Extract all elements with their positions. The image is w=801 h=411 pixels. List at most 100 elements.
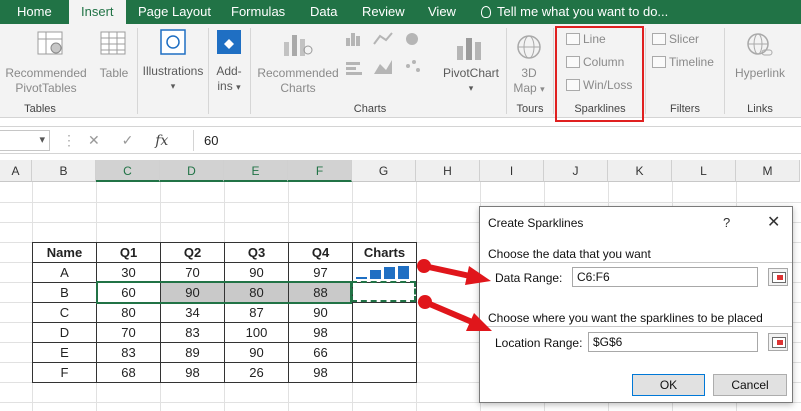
table-cell[interactable]: 83 xyxy=(160,322,225,343)
table-cell[interactable]: 90 xyxy=(224,342,289,363)
ok-button[interactable]: OK xyxy=(632,374,705,396)
timeline-icon xyxy=(652,56,666,68)
cancel-button[interactable]: Cancel xyxy=(713,374,787,396)
column-header-k[interactable]: K xyxy=(608,160,672,182)
column-header-j[interactable]: J xyxy=(544,160,608,182)
sparkline-bar xyxy=(370,270,381,279)
table-cell[interactable]: D xyxy=(32,322,97,343)
recommended-charts-button[interactable]: Recommended Charts xyxy=(252,66,344,96)
table-cell[interactable]: 98 xyxy=(160,362,225,383)
table-cell[interactable]: C xyxy=(32,302,97,323)
group-links-label: Links xyxy=(747,103,773,115)
tab-insert[interactable]: Insert xyxy=(69,0,126,25)
table-cell[interactable]: 97 xyxy=(288,262,353,283)
addins-line2-text: ins xyxy=(217,79,233,93)
table-cell[interactable]: E xyxy=(32,342,97,363)
table-button[interactable]: Table xyxy=(96,66,132,81)
tell-me-search[interactable]: Tell me what you want to do... xyxy=(481,0,668,24)
table-cell[interactable]: 98 xyxy=(288,322,353,343)
table-cell[interactable]: 89 xyxy=(160,342,225,363)
data-range-picker-icon[interactable] xyxy=(768,268,788,286)
formula-input[interactable]: 60 xyxy=(193,130,801,151)
tab-data[interactable]: Data xyxy=(310,0,337,24)
table-cell[interactable]: 70 xyxy=(96,322,161,343)
formula-bar: ⋮ ✕ ✓ fx 60 xyxy=(0,126,801,154)
help-icon[interactable]: ? xyxy=(723,215,730,230)
chevron-down-icon: ▾ xyxy=(170,81,176,91)
table-cell[interactable]: 80 xyxy=(96,302,161,323)
cancel-x-icon[interactable]: ✕ xyxy=(88,132,100,148)
tab-page-layout[interactable]: Page Layout xyxy=(138,0,211,24)
column-header-a[interactable]: A xyxy=(0,160,32,182)
slicer-button[interactable]: Slicer xyxy=(652,32,699,46)
table-cell[interactable]: F xyxy=(32,362,97,383)
table-cell[interactable]: 68 xyxy=(96,362,161,383)
table-header-cell[interactable]: Charts xyxy=(352,242,417,263)
3d-map-button[interactable]: 3D Map ▾ xyxy=(509,66,549,97)
column-header-f[interactable]: F xyxy=(288,160,352,182)
table-header-cell[interactable]: Q2 xyxy=(160,242,225,263)
column-header-l[interactable]: L xyxy=(672,160,736,182)
table-cell[interactable]: 70 xyxy=(160,262,225,283)
name-box[interactable] xyxy=(0,130,50,151)
timeline-button[interactable]: Timeline xyxy=(652,55,714,69)
column-header-c[interactable]: C xyxy=(96,160,160,182)
table-cell[interactable]: 34 xyxy=(160,302,225,323)
table-header-cell[interactable]: Name xyxy=(32,242,97,263)
recommended-charts-line1: Recommended xyxy=(257,66,339,80)
section-divider xyxy=(480,262,792,263)
chart-types-grid[interactable] xyxy=(344,28,432,94)
hyperlink-button[interactable]: Hyperlink xyxy=(731,66,789,81)
close-icon[interactable]: ✕ xyxy=(767,212,780,232)
table-cell[interactable]: 66 xyxy=(288,342,353,363)
illustrations-label: Illustrations xyxy=(142,64,204,78)
sparkline-cell[interactable] xyxy=(352,302,417,323)
table-header-cell[interactable]: Q3 xyxy=(224,242,289,263)
table-header-cell[interactable]: Q4 xyxy=(288,242,353,263)
fx-icon[interactable]: fx xyxy=(155,133,168,149)
column-header-m[interactable]: M xyxy=(736,160,800,182)
location-range-picker-icon[interactable] xyxy=(768,333,788,351)
location-range-input[interactable] xyxy=(588,332,758,352)
table-cell[interactable]: 26 xyxy=(224,362,289,383)
addins-button[interactable]: Add- ins ▾ xyxy=(210,64,248,95)
group-filters-label: Filters xyxy=(670,103,700,115)
table-cell[interactable]: 83 xyxy=(96,342,161,363)
tab-view[interactable]: View xyxy=(428,0,456,24)
column-header-e[interactable]: E xyxy=(224,160,288,182)
recommended-pivottables-button[interactable]: Recommended PivotTables xyxy=(0,66,94,96)
recommended-charts-line2: Charts xyxy=(280,81,316,95)
table-header-cell[interactable]: Q1 xyxy=(96,242,161,263)
column-header-i[interactable]: I xyxy=(480,160,544,182)
data-range-input[interactable] xyxy=(572,267,758,287)
illustrations-button[interactable]: Illustrations ▾ xyxy=(140,64,206,94)
column-header-d[interactable]: D xyxy=(160,160,224,182)
table-cell[interactable]: 98 xyxy=(288,362,353,383)
column-header-g[interactable]: G xyxy=(352,160,416,182)
table-cell[interactable]: 100 xyxy=(224,322,289,343)
3d-map-line1: 3D xyxy=(521,66,537,80)
column-header-h[interactable]: H xyxy=(416,160,480,182)
table-cell[interactable]: B xyxy=(32,282,97,303)
table-cell[interactable]: 87 xyxy=(224,302,289,323)
slicer-label: Slicer xyxy=(669,32,700,46)
table-cell[interactable]: A xyxy=(32,262,97,283)
check-icon[interactable]: ✓ xyxy=(122,132,134,148)
table-cell[interactable]: 90 xyxy=(288,302,353,323)
tab-home[interactable]: Home xyxy=(17,0,52,24)
sparkline-cell[interactable] xyxy=(352,362,417,383)
tab-formulas[interactable]: Formulas xyxy=(231,0,285,24)
column-header-b[interactable]: B xyxy=(32,160,96,182)
sparkline-bar xyxy=(398,266,409,279)
table-cell[interactable]: 30 xyxy=(96,262,161,283)
globe-icon xyxy=(517,35,541,59)
sparkline-cell[interactable] xyxy=(352,342,417,363)
chevron-down-icon: ▾ xyxy=(540,84,545,94)
sparkline-cell[interactable] xyxy=(352,322,417,343)
illustrations-icon xyxy=(160,29,186,55)
pivotchart-button[interactable]: PivotChart ▾ xyxy=(440,66,502,96)
tab-review[interactable]: Review xyxy=(362,0,405,24)
recommended-charts-icon xyxy=(284,35,313,56)
pivotchart-icon xyxy=(457,38,481,60)
table-cell[interactable]: 90 xyxy=(224,262,289,283)
